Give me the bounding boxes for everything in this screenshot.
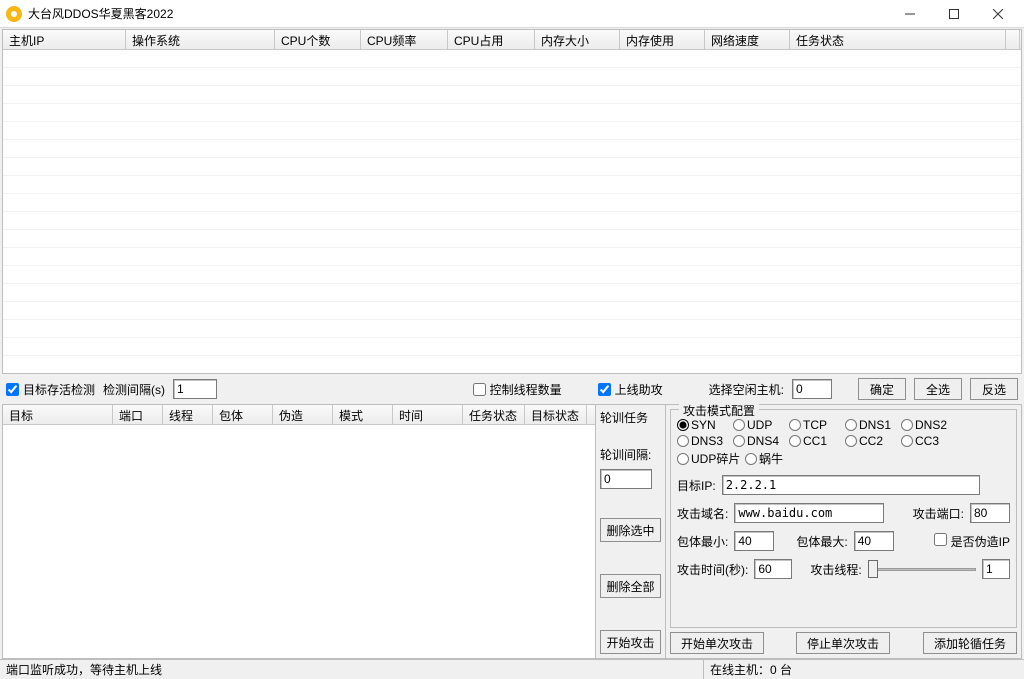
start-once-button[interactable]: 开始单次攻击	[670, 632, 764, 654]
target-ip-input[interactable]	[722, 475, 980, 495]
tasks-grid[interactable]: 目标 端口 线程 包体 伪造 模式 时间 任务状态 目标状态	[2, 404, 596, 659]
title-bar: 大台风DDOS华夏黑客2022	[0, 0, 1024, 28]
mode-dns1[interactable]: DNS1	[845, 418, 901, 432]
polling-interval-label: 轮训间隔:	[600, 446, 661, 463]
mode-cc1[interactable]: CC1	[789, 434, 845, 448]
col-spoof[interactable]: 伪造	[273, 405, 333, 424]
thread-control-checkbox[interactable]: 控制线程数量	[473, 381, 562, 398]
threads-label: 攻击线程:	[810, 561, 861, 578]
col-tgtstatus[interactable]: 目标状态	[525, 405, 587, 424]
action-row: 开始单次攻击 停止单次攻击 添加轮循任务	[666, 628, 1021, 658]
pkt-max-input[interactable]	[854, 531, 894, 551]
col-cpu-usage[interactable]: CPU占用	[448, 30, 535, 49]
tasks-grid-header: 目标 端口 线程 包体 伪造 模式 时间 任务状态 目标状态	[3, 405, 595, 425]
col-host-ip[interactable]: 主机IP	[3, 30, 126, 49]
hosts-grid-body[interactable]	[3, 50, 1021, 373]
port-label: 攻击端口:	[913, 505, 964, 522]
pkt-max-label: 包体最大:	[796, 533, 847, 550]
domain-label: 攻击域名:	[677, 505, 728, 522]
select-all-button[interactable]: 全选	[914, 378, 962, 400]
thread-control-label: 控制线程数量	[490, 381, 562, 398]
invert-selection-button[interactable]: 反选	[970, 378, 1018, 400]
polling-panel: 轮训任务 轮训间隔: 删除选中 删除全部 开始攻击	[596, 404, 666, 659]
close-button[interactable]	[976, 1, 1020, 27]
online-assist-checkbox[interactable]: 上线助攻	[598, 381, 663, 398]
mode-syn[interactable]: SYN	[677, 418, 733, 432]
confirm-button[interactable]: 确定	[858, 378, 906, 400]
spoof-ip-checkbox[interactable]: 是否伪造IP	[934, 533, 1010, 550]
time-input[interactable]	[754, 559, 792, 579]
polling-interval-input[interactable]	[600, 469, 652, 489]
col-packet[interactable]: 包体	[213, 405, 273, 424]
pkt-min-label: 包体最小:	[677, 533, 728, 550]
port-input[interactable]	[970, 503, 1010, 523]
col-net-speed[interactable]: 网络速度	[705, 30, 790, 49]
online-assist-label: 上线助攻	[615, 381, 663, 398]
minimize-button[interactable]	[888, 1, 932, 27]
domain-input[interactable]	[734, 503, 884, 523]
bottom-panel: 目标 端口 线程 包体 伪造 模式 时间 任务状态 目标状态 轮训任务 轮训间隔…	[2, 404, 1022, 659]
col-port[interactable]: 端口	[113, 405, 163, 424]
mode-udp[interactable]: UDP	[733, 418, 789, 432]
status-bar: 端口监听成功，等待主机上线 在线主机：0 台	[0, 659, 1024, 679]
col-spacer	[1006, 30, 1020, 49]
col-mode[interactable]: 模式	[333, 405, 393, 424]
attack-config-panel: 攻击模式配置 SYN UDP TCP DNS1 DNS2 DNS3 DNS4 C…	[666, 404, 1022, 659]
idle-count-input[interactable]	[792, 379, 832, 399]
time-label: 攻击时间(秒):	[677, 561, 748, 578]
col-time[interactable]: 时间	[393, 405, 463, 424]
alive-check-label: 目标存活检测	[23, 381, 95, 398]
alive-check-checkbox[interactable]: 目标存活检测	[6, 381, 95, 398]
col-cpu-freq[interactable]: CPU频率	[361, 30, 448, 49]
hosts-grid[interactable]: 主机IP 操作系统 CPU个数 CPU频率 CPU占用 内存大小 内存使用 网络…	[2, 29, 1022, 374]
col-mem-size[interactable]: 内存大小	[535, 30, 620, 49]
mode-snail[interactable]: 蜗牛	[745, 450, 801, 467]
mode-radio-group: SYN UDP TCP DNS1 DNS2 DNS3 DNS4 CC1 CC2 …	[677, 418, 1010, 467]
spoof-ip-label: 是否伪造IP	[951, 535, 1010, 549]
col-os[interactable]: 操作系统	[126, 30, 275, 49]
status-right: 在线主机：0 台	[704, 660, 1024, 679]
tasks-grid-body[interactable]	[3, 425, 595, 658]
threads-input[interactable]	[982, 559, 1010, 579]
col-target[interactable]: 目标	[3, 405, 113, 424]
options-bar: 目标存活检测 检测间隔(s) 控制线程数量 上线助攻 选择空闲主机: 确定 全选…	[0, 374, 1024, 404]
polling-title: 轮训任务	[600, 409, 661, 426]
col-tstatus[interactable]: 任务状态	[463, 405, 525, 424]
col-mem-usage[interactable]: 内存使用	[620, 30, 705, 49]
delete-all-button[interactable]: 删除全部	[600, 574, 661, 598]
app-icon	[6, 6, 22, 22]
maximize-button[interactable]	[932, 1, 976, 27]
window-title: 大台风DDOS华夏黑客2022	[28, 5, 173, 22]
hosts-grid-header: 主机IP 操作系统 CPU个数 CPU频率 CPU占用 内存大小 内存使用 网络…	[3, 30, 1021, 50]
pkt-min-input[interactable]	[734, 531, 774, 551]
mode-cc3[interactable]: CC3	[901, 434, 957, 448]
stop-once-button[interactable]: 停止单次攻击	[796, 632, 890, 654]
status-left: 端口监听成功，等待主机上线	[0, 660, 704, 679]
col-task-status[interactable]: 任务状态	[790, 30, 1006, 49]
attack-mode-fieldset: 攻击模式配置 SYN UDP TCP DNS1 DNS2 DNS3 DNS4 C…	[670, 409, 1017, 628]
add-loop-task-button[interactable]: 添加轮循任务	[923, 632, 1017, 654]
interval-label: 检测间隔(s)	[103, 381, 165, 398]
start-attack-button[interactable]: 开始攻击	[600, 630, 661, 654]
col-cpu-count[interactable]: CPU个数	[275, 30, 361, 49]
col-threads[interactable]: 线程	[163, 405, 213, 424]
delete-selected-button[interactable]: 删除选中	[600, 518, 661, 542]
config-legend: 攻击模式配置	[679, 402, 759, 419]
interval-input[interactable]	[173, 379, 217, 399]
mode-tcp[interactable]: TCP	[789, 418, 845, 432]
select-idle-label: 选择空闲主机:	[709, 381, 784, 398]
mode-dns4[interactable]: DNS4	[733, 434, 789, 448]
mode-cc2[interactable]: CC2	[845, 434, 901, 448]
mode-dns3[interactable]: DNS3	[677, 434, 733, 448]
mode-udp-frag[interactable]: UDP碎片	[677, 450, 745, 467]
threads-slider[interactable]	[868, 560, 976, 578]
target-ip-label: 目标IP:	[677, 477, 716, 494]
mode-dns2[interactable]: DNS2	[901, 418, 957, 432]
